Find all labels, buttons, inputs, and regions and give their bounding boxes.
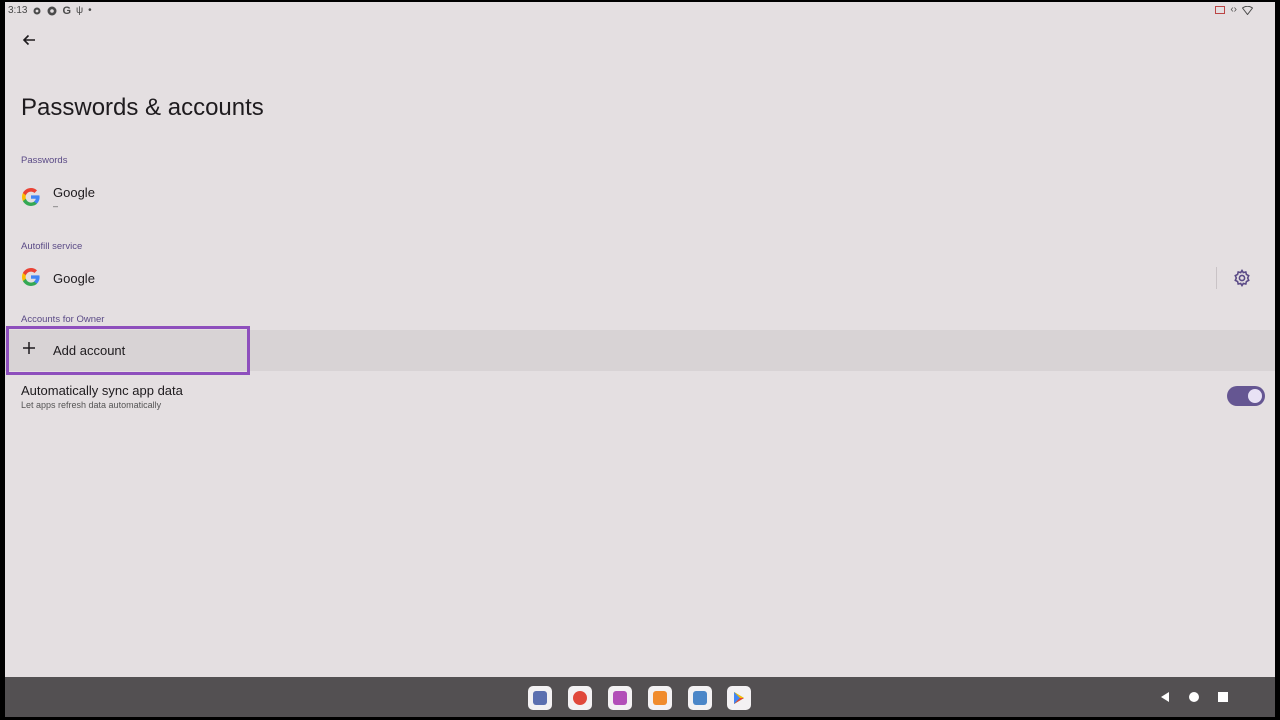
sync-toggle-switch[interactable] [1227, 386, 1265, 406]
google-logo-icon [22, 188, 40, 206]
navigation-bar [5, 677, 1275, 717]
autofill-settings-gear-icon[interactable] [1232, 268, 1252, 288]
dock-app-3-icon[interactable] [608, 686, 632, 710]
sync-title: Automatically sync app data [21, 383, 183, 398]
toggle-knob [1248, 389, 1262, 403]
code-icon: ‹› [1230, 4, 1237, 15]
dock-play-store-icon[interactable] [727, 686, 751, 710]
dock-app-4-icon[interactable] [648, 686, 672, 710]
dock-app-1-icon[interactable] [528, 686, 552, 710]
passwords-provider-row[interactable]: Google – [5, 174, 1275, 224]
app-3-icon [613, 691, 627, 705]
add-account-highlight [6, 326, 250, 375]
play-store-icon [734, 692, 744, 704]
section-label-accounts: Accounts for Owner [21, 314, 105, 325]
plus-icon [23, 342, 35, 354]
add-account-label[interactable]: Add account [53, 343, 125, 358]
google-g-icon: G [62, 4, 72, 17]
app-1-icon [533, 691, 547, 705]
section-label-autofill: Autofill service [21, 241, 83, 252]
dock-app-5-icon[interactable] [688, 686, 712, 710]
nav-home-icon[interactable] [1188, 691, 1200, 703]
status-time: 3:13 [8, 5, 28, 16]
cast-icon [1215, 6, 1226, 14]
gear-icon [33, 7, 41, 14]
chrome-icon [47, 6, 57, 15]
passwords-provider-title: Google [53, 185, 95, 200]
autofill-provider-row[interactable]: Google [5, 258, 1210, 298]
row-divider [1216, 267, 1217, 289]
arrow-back-icon [22, 34, 35, 46]
app-4-icon [653, 691, 667, 705]
wifi-icon [1242, 5, 1253, 15]
app-2-icon [573, 691, 587, 705]
dock-app-2-icon[interactable] [568, 686, 592, 710]
sync-summary: Let apps refresh data automatically [21, 400, 162, 410]
nav-back-icon[interactable] [1159, 691, 1171, 703]
dot-icon: • [88, 4, 92, 16]
passwords-provider-summary: – [53, 201, 59, 211]
nav-recents-icon[interactable] [1217, 691, 1229, 703]
section-label-passwords: Passwords [21, 155, 68, 166]
usb-icon: ψ [76, 4, 84, 16]
page-title: Passwords & accounts [21, 94, 264, 121]
status-bar: 3:13 G ψ • ‹› [5, 2, 1275, 20]
google-logo-icon [22, 268, 40, 286]
autofill-provider-title: Google [53, 271, 95, 286]
back-button[interactable] [19, 30, 39, 50]
app-5-icon [693, 691, 707, 705]
settings-screen: 3:13 G ψ • ‹› Passwords & accounts Passw… [5, 2, 1275, 717]
